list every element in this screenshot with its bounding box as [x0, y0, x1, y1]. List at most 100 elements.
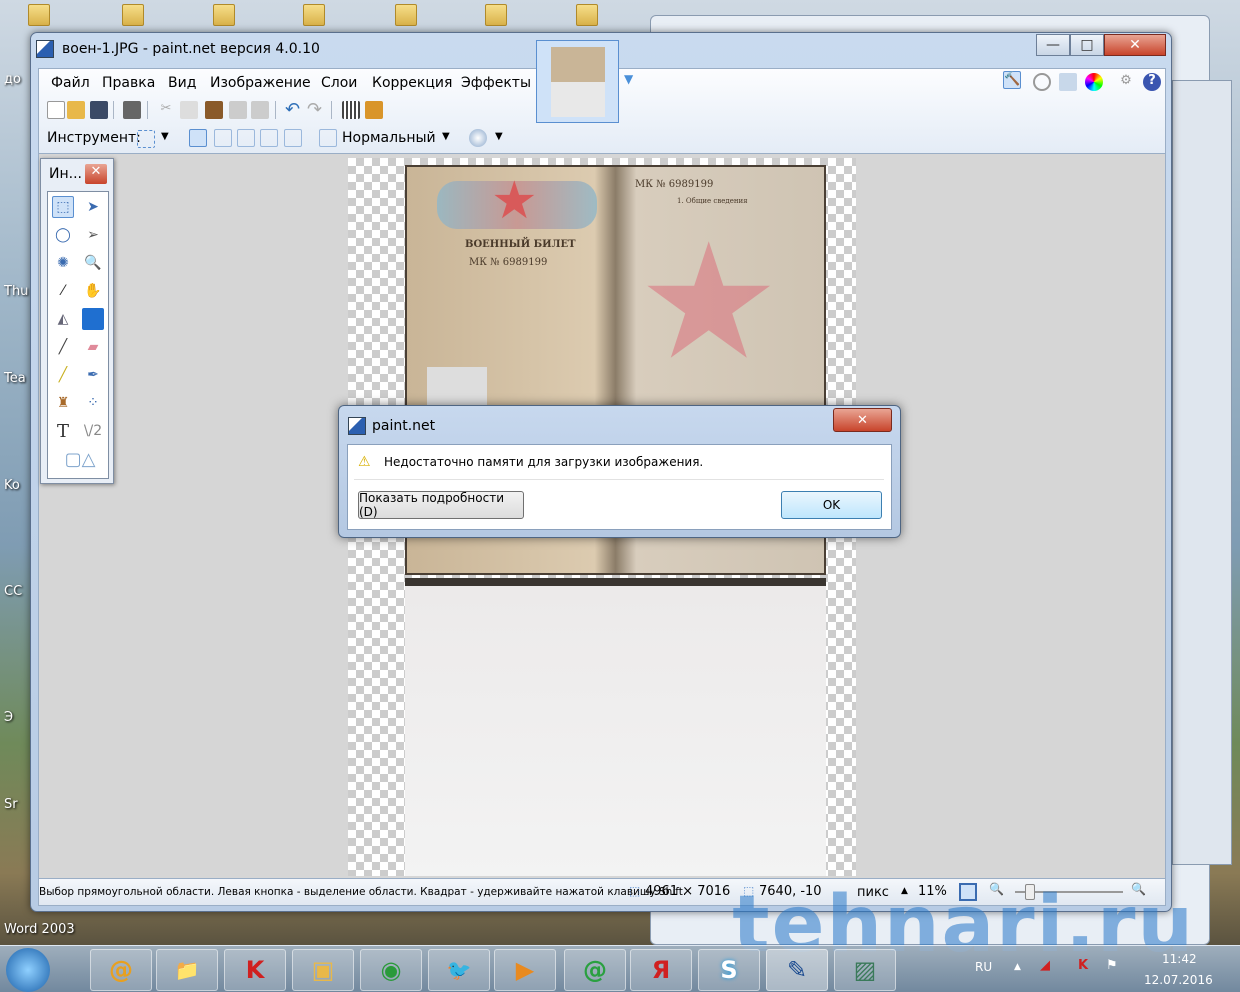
- rectangle-select-tool-icon[interactable]: ⬚: [52, 196, 74, 218]
- blend-mode-select[interactable]: Нормальный: [342, 130, 436, 146]
- dialog-close-button[interactable]: ✕: [833, 408, 892, 432]
- ellipse-select-tool-icon[interactable]: ✺: [52, 252, 74, 274]
- line-curve-tool-icon[interactable]: \/2: [82, 420, 104, 442]
- minimize-button[interactable]: —: [1036, 34, 1070, 56]
- desktop-label[interactable]: Sr: [4, 797, 18, 812]
- desktop-icon[interactable]: [28, 4, 50, 26]
- taskbar-thunderbird[interactable]: 🐦: [428, 949, 490, 991]
- history-window-icon[interactable]: [1033, 73, 1051, 91]
- tray-expand-icon[interactable]: ▲: [1014, 962, 1021, 972]
- lasso-select-tool-icon[interactable]: ◯: [52, 224, 74, 246]
- taskbar-media-player[interactable]: ▶: [494, 949, 556, 991]
- menu-file[interactable]: Файл: [51, 75, 90, 91]
- language-indicator[interactable]: RU: [975, 960, 992, 974]
- undo-icon[interactable]: ↶: [285, 101, 303, 119]
- desktop-icon[interactable]: [395, 4, 417, 26]
- pencil-tool-icon[interactable]: ╱: [52, 364, 74, 386]
- recolor-tool-icon[interactable]: ⁘: [82, 392, 104, 414]
- grid-icon[interactable]: [342, 101, 360, 119]
- taskbar-chrome[interactable]: ◉: [360, 949, 422, 991]
- taskbar-app[interactable]: ▣: [292, 949, 354, 991]
- color-picker-tool-icon[interactable]: ✒: [82, 364, 104, 386]
- desktop-icon[interactable]: [303, 4, 325, 26]
- desktop-icon[interactable]: [485, 4, 507, 26]
- selection-mode-union-icon[interactable]: [214, 129, 232, 147]
- crop-icon[interactable]: [229, 101, 247, 119]
- clock-time[interactable]: 11:42: [1162, 952, 1197, 966]
- taskbar-explorer[interactable]: 📁: [156, 949, 218, 991]
- close-button[interactable]: ✕: [1104, 34, 1166, 56]
- tray-flag-icon[interactable]: ⚑: [1106, 958, 1118, 973]
- image-thumbnail-tab[interactable]: [536, 40, 619, 123]
- taskbar-yandex[interactable]: Я: [630, 949, 692, 991]
- pan-tool-icon[interactable]: ✋: [82, 280, 104, 302]
- menu-layers[interactable]: Слои: [321, 75, 357, 91]
- desktop-icon[interactable]: [576, 4, 598, 26]
- colors-window-icon[interactable]: [1085, 73, 1103, 91]
- gradient-tool-icon[interactable]: [82, 308, 104, 330]
- deselect-icon[interactable]: [251, 101, 269, 119]
- selection-mode-xor-icon[interactable]: [284, 129, 302, 147]
- magic-wand-tool-icon[interactable]: ⁄: [52, 280, 74, 302]
- cut-icon[interactable]: ✂: [157, 101, 175, 119]
- taskbar-photo-viewer[interactable]: ▨: [834, 949, 896, 991]
- layers-window-icon[interactable]: [1059, 73, 1077, 91]
- save-icon[interactable]: [90, 101, 108, 119]
- desktop-label[interactable]: Э: [4, 710, 13, 725]
- ruler-icon[interactable]: [365, 101, 383, 119]
- menu-view[interactable]: Вид: [168, 75, 196, 91]
- tools-window-icon[interactable]: 🔨: [1003, 71, 1021, 89]
- paste-icon[interactable]: [205, 101, 223, 119]
- desktop-icon[interactable]: [213, 4, 235, 26]
- desktop-label[interactable]: CC: [4, 584, 22, 599]
- settings-icon[interactable]: ⚙: [1117, 73, 1135, 91]
- taskbar-paintnet[interactable]: ✎: [766, 949, 828, 991]
- help-icon[interactable]: ?: [1143, 73, 1161, 91]
- show-details-button[interactable]: Показать подробности (D): [358, 491, 524, 519]
- menu-adjustments[interactable]: Коррекция: [372, 75, 452, 91]
- eraser-tool-icon[interactable]: ▰: [82, 336, 104, 358]
- rectangle-select-icon[interactable]: [137, 130, 155, 148]
- move-selection-tool-icon[interactable]: ➢: [82, 224, 104, 246]
- redo-icon[interactable]: ↷: [307, 101, 325, 119]
- paint-bucket-tool-icon[interactable]: ◭: [52, 308, 74, 330]
- chevron-down-icon[interactable]: ▼: [442, 131, 450, 142]
- background-window-2[interactable]: [1172, 80, 1232, 865]
- selection-mode-exclude-icon[interactable]: [237, 129, 255, 147]
- tools-panel-close-button[interactable]: ✕: [85, 164, 107, 184]
- taskbar-mail-agent[interactable]: @: [90, 949, 152, 991]
- desktop-label[interactable]: до: [4, 72, 21, 87]
- start-button[interactable]: [6, 948, 50, 992]
- paintbrush-tool-icon[interactable]: ╱: [52, 336, 74, 358]
- clock-date[interactable]: 12.07.2016: [1144, 973, 1213, 987]
- zoom-tool-icon[interactable]: 🔍: [82, 252, 104, 274]
- tray-network-icon[interactable]: ◢: [1040, 958, 1050, 973]
- new-icon[interactable]: [47, 101, 65, 119]
- desktop-label[interactable]: Ko: [4, 478, 20, 493]
- image-list-dropdown-icon[interactable]: ▼: [624, 72, 633, 86]
- taskbar-icq[interactable]: @: [564, 949, 626, 991]
- antialiasing-icon[interactable]: [469, 129, 487, 147]
- shapes-tool-icon[interactable]: ▢△: [58, 448, 102, 470]
- maximize-button[interactable]: □: [1070, 34, 1104, 56]
- text-tool-icon[interactable]: T: [52, 420, 74, 442]
- desktop-icon[interactable]: [122, 4, 144, 26]
- tray-kaspersky-icon[interactable]: K: [1078, 958, 1088, 973]
- menu-effects[interactable]: Эффекты: [461, 75, 531, 91]
- chevron-down-icon[interactable]: ▼: [495, 131, 503, 142]
- clone-stamp-tool-icon[interactable]: ♜: [52, 392, 74, 414]
- chevron-down-icon[interactable]: ▼: [161, 131, 169, 142]
- desktop-label[interactable]: Tea: [4, 371, 26, 386]
- selection-mode-intersect-icon[interactable]: [260, 129, 278, 147]
- menu-edit[interactable]: Правка: [102, 75, 155, 91]
- taskbar-kaspersky[interactable]: K: [224, 949, 286, 991]
- open-icon[interactable]: [67, 101, 85, 119]
- copy-icon[interactable]: [180, 101, 198, 119]
- ok-button[interactable]: OK: [781, 491, 882, 519]
- menu-image[interactable]: Изображение: [210, 75, 311, 91]
- desktop-label[interactable]: Thu: [4, 284, 28, 299]
- desktop-label[interactable]: Word 2003: [4, 922, 75, 937]
- print-icon[interactable]: [123, 101, 141, 119]
- taskbar-skype[interactable]: S: [698, 949, 760, 991]
- move-selected-tool-icon[interactable]: ➤: [82, 196, 104, 218]
